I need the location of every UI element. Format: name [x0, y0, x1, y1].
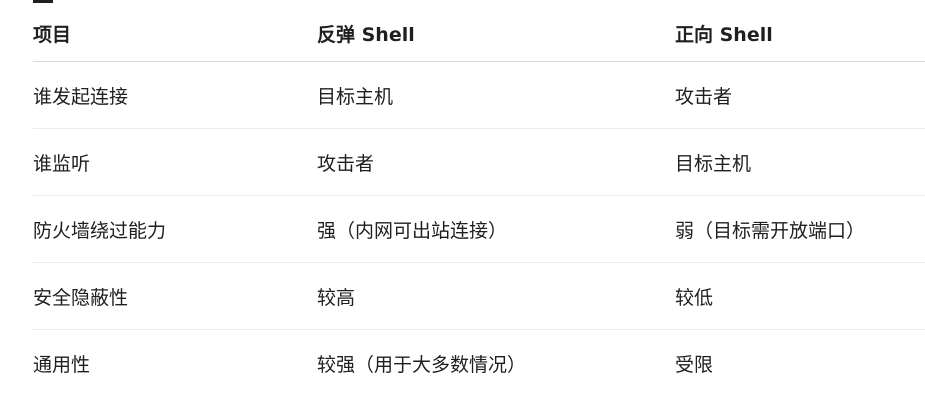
forward-shell-cell: 目标主机	[675, 128, 925, 196]
table-row: 谁监听 攻击者 目标主机	[33, 128, 925, 196]
header-row: 项目 反弹 Shell 正向 Shell	[33, 6, 925, 62]
reverse-shell-cell: 较强（用于大多数情况）	[317, 353, 527, 376]
row-label: 谁监听	[33, 128, 317, 196]
row-label: 通用性	[33, 353, 91, 376]
table-header: 项目 反弹 Shell 正向 Shell	[33, 6, 925, 62]
forward-shell-cell: 较低	[675, 262, 925, 330]
forward-shell-cell: 攻击者	[675, 61, 925, 129]
table-row: 通用性 较强（用于大多数情况） 受限	[33, 330, 925, 397]
row-label: 谁发起连接	[33, 61, 317, 129]
header-item: 项目	[33, 6, 317, 62]
reverse-shell-cell: 较高	[317, 262, 675, 330]
table-row: 安全隐蔽性 较高 较低	[33, 262, 925, 330]
table-row: 防火墙绕过能力 强（内网可出站连接） 弱（目标需开放端口）	[33, 195, 925, 263]
header-reverse-shell: 反弹 Shell	[317, 6, 675, 62]
row-label: 防火墙绕过能力	[33, 195, 317, 263]
reverse-shell-cell: 目标主机	[317, 61, 675, 129]
divider-mark	[33, 0, 53, 3]
comparison-table: 项目 反弹 Shell 正向 Shell 谁发起连接 目标主机 攻击者 谁监听 …	[33, 6, 925, 396]
header-forward-shell: 正向 Shell	[675, 6, 925, 62]
table-body: 谁发起连接 目标主机 攻击者 谁监听 攻击者 目标主机 防火墙绕过能力 强（内网…	[33, 61, 925, 397]
reverse-shell-cell: 攻击者	[317, 128, 675, 196]
reverse-shell-cell: 强（内网可出站连接）	[317, 195, 675, 263]
forward-shell-cell: 弱（目标需开放端口）	[675, 195, 925, 263]
row-label: 安全隐蔽性	[33, 262, 317, 330]
table-row: 谁发起连接 目标主机 攻击者	[33, 61, 925, 129]
forward-shell-cell: 受限	[675, 353, 714, 376]
